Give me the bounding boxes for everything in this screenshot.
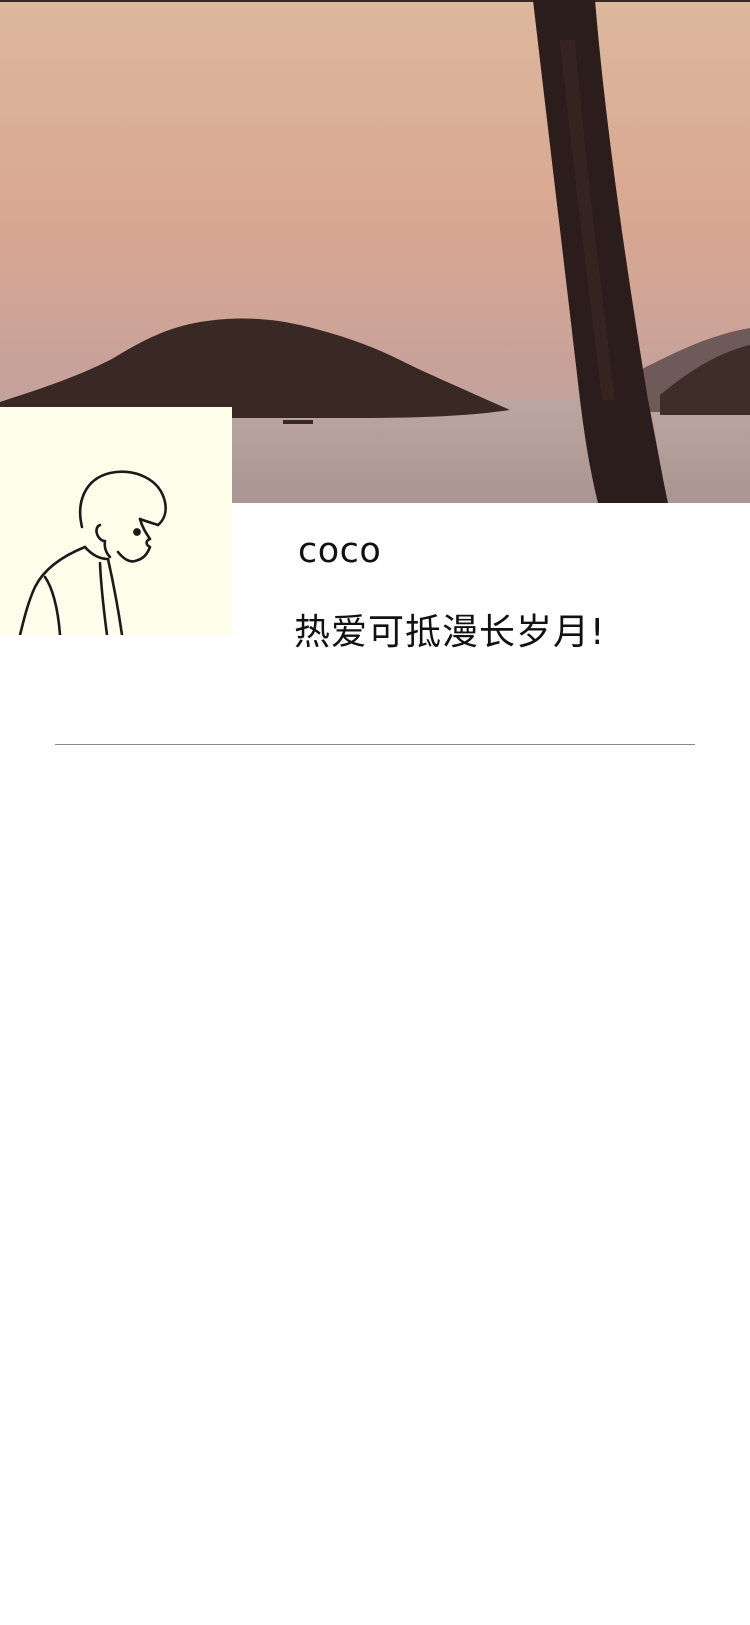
username: coco [298, 531, 382, 571]
avatar[interactable] [0, 407, 232, 635]
divider [55, 744, 695, 745]
user-bio: 热爱可抵漫长岁月! [294, 612, 606, 653]
